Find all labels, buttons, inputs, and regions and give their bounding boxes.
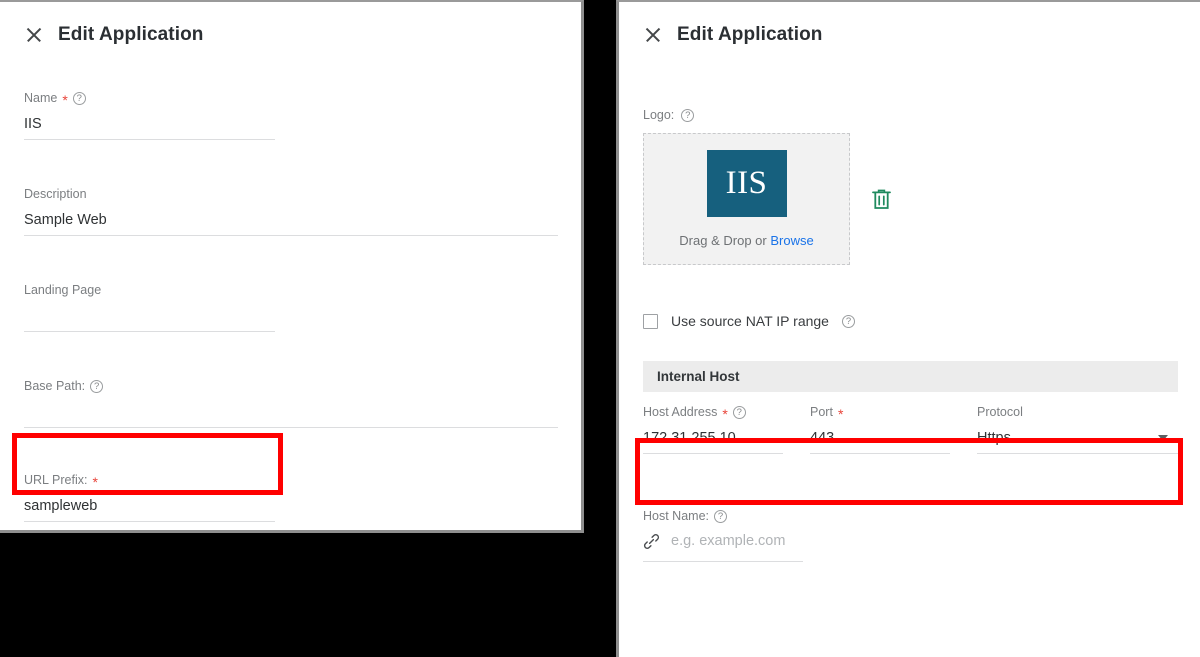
host-name-label: Host Name: xyxy=(643,508,1200,524)
right-form-body: Logo: IIS Drag & Drop or Browse xyxy=(619,108,1200,562)
field-url-prefix: URL Prefix: * sampleweb xyxy=(24,472,581,522)
use-source-nat-checkbox[interactable] xyxy=(643,313,658,329)
port-input[interactable]: 443 xyxy=(810,420,977,449)
required-asterisk: * xyxy=(92,474,98,490)
nat-checkbox-row: Use source NAT IP range xyxy=(643,313,1200,329)
field-description-label: Description xyxy=(24,187,87,201)
field-underline xyxy=(643,561,803,562)
field-port: Port * 443 xyxy=(810,404,977,454)
help-icon[interactable] xyxy=(714,509,727,523)
field-port-label: Port * xyxy=(810,405,844,422)
right-dialog-header: Edit Application xyxy=(619,2,1200,46)
left-dialog-header: Edit Application xyxy=(0,2,581,46)
nat-checkbox-label: Use source NAT IP range xyxy=(671,313,829,329)
field-underline xyxy=(977,453,1178,454)
logo-drop-row: IIS Drag & Drop or Browse xyxy=(643,133,1200,265)
page-title: Edit Application xyxy=(58,24,204,45)
field-name-label: Name * xyxy=(24,90,581,108)
help-icon[interactable] xyxy=(90,379,104,393)
field-underline xyxy=(24,331,275,332)
help-icon[interactable] xyxy=(681,108,695,122)
description-input[interactable]: Sample Web xyxy=(24,202,581,231)
name-input[interactable]: IIS xyxy=(24,106,581,135)
field-protocol: Protocol Https xyxy=(977,404,1178,454)
host-name-input-row: e.g. example.com xyxy=(643,524,1200,552)
field-description: Description Sample Web xyxy=(24,186,581,236)
field-base-path-label: Base Path: xyxy=(24,378,581,394)
help-icon[interactable] xyxy=(732,405,746,419)
base-path-input[interactable] xyxy=(24,394,581,423)
host-name-input[interactable]: e.g. example.com xyxy=(671,530,785,552)
dropzone-text: Drag & Drop or Browse xyxy=(679,233,814,248)
internal-host-section-title: Internal Host xyxy=(643,361,1178,392)
landing-page-input[interactable] xyxy=(24,298,581,327)
field-name: Name * IIS xyxy=(24,90,581,140)
chevron-down-icon[interactable] xyxy=(1158,435,1168,441)
field-underline xyxy=(24,235,558,236)
help-icon[interactable] xyxy=(841,314,855,328)
field-underline xyxy=(24,521,275,522)
page-title: Edit Application xyxy=(677,24,823,45)
close-icon[interactable] xyxy=(643,25,663,45)
logo-dropzone[interactable]: IIS Drag & Drop or Browse xyxy=(643,133,850,265)
internal-host-grid: Host Address * 172.31.255.10 Port * 443 xyxy=(643,392,1178,454)
field-host-address: Host Address * 172.31.255.10 xyxy=(643,404,810,454)
field-landing-page: Landing Page xyxy=(24,282,581,332)
required-asterisk: * xyxy=(62,92,68,108)
field-base-path: Base Path: xyxy=(24,378,581,428)
field-underline xyxy=(24,427,558,428)
field-underline xyxy=(643,453,783,454)
logo-label: Logo: xyxy=(643,108,1200,122)
host-name-section: Host Name: e.g. example.com xyxy=(643,508,1200,562)
field-landing-page-label: Landing Page xyxy=(24,283,102,297)
internal-host-section: Internal Host Host Address * 172.31.255.… xyxy=(643,361,1178,454)
right-edit-application-dialog: Edit Application Logo: IIS Drag & Drop o… xyxy=(616,0,1200,657)
help-icon[interactable] xyxy=(72,91,86,105)
left-form-body: Name * IIS Description Sample Web Landin… xyxy=(0,90,581,522)
protocol-select[interactable]: Https xyxy=(977,420,1178,449)
field-host-address-label: Host Address * xyxy=(643,404,810,422)
protocol-selected-value: Https xyxy=(977,430,1011,446)
logo-thumbnail: IIS xyxy=(706,150,787,217)
url-prefix-input[interactable]: sampleweb xyxy=(24,488,581,517)
logo-section: Logo: IIS Drag & Drop or Browse xyxy=(643,108,1200,265)
field-url-prefix-label: URL Prefix: * xyxy=(24,473,98,490)
link-icon xyxy=(643,533,660,550)
required-asterisk: * xyxy=(837,406,844,422)
browse-link[interactable]: Browse xyxy=(770,233,813,248)
field-underline xyxy=(810,453,950,454)
field-underline xyxy=(24,139,275,140)
trash-icon[interactable] xyxy=(872,188,891,210)
field-protocol-label: Protocol xyxy=(977,405,1023,419)
required-asterisk: * xyxy=(722,406,728,422)
left-edit-application-dialog: Edit Application Name * IIS Description … xyxy=(0,0,584,533)
close-icon[interactable] xyxy=(24,25,44,45)
host-address-input[interactable]: 172.31.255.10 xyxy=(643,420,810,449)
screenshot-root: Edit Application Name * IIS Description … xyxy=(0,0,1200,657)
